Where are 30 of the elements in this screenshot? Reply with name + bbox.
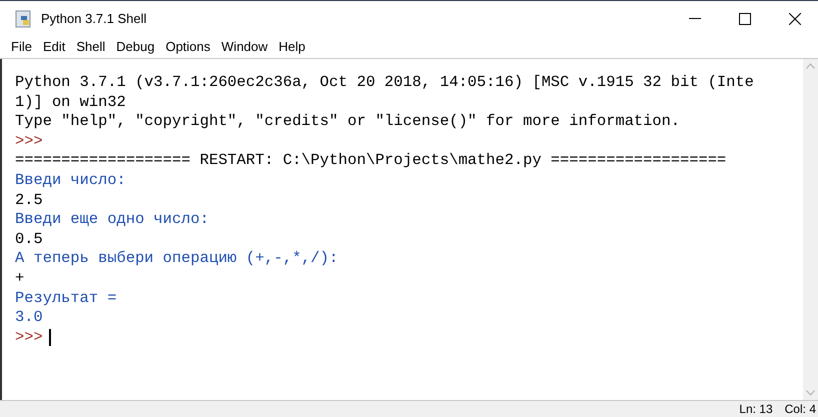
- shell-line: Введи еще одно число:: [15, 210, 209, 230]
- shell-line: 3.0: [15, 308, 43, 328]
- menu-item[interactable]: Options: [160, 37, 216, 57]
- shell-line: Введи число:: [15, 170, 126, 191]
- maximize-icon: [739, 12, 751, 24]
- menu-item[interactable]: Window: [216, 37, 273, 57]
- scroll-down-icon[interactable]: [806, 390, 815, 396]
- line-number-label: Ln: 13: [739, 401, 773, 417]
- scroll-up-icon[interactable]: [806, 63, 815, 69]
- shell-line: >>>: [15, 328, 43, 348]
- shell-line: 2.5: [15, 190, 43, 210]
- menu-item[interactable]: Edit: [38, 37, 70, 57]
- app-icon: [15, 10, 33, 28]
- shell-line: А теперь выбери операцию (+,-,*,/):: [15, 249, 338, 269]
- shell-line: Python 3.7.1 (v3.7.1:260ec2c36a, Oct 20 2018, 14:05:16) [MSC v.1915 32 bit (Inte: [15, 73, 754, 93]
- window-title: Python 3.7.1 Shell: [41, 10, 147, 28]
- menu-item[interactable]: Help: [274, 37, 310, 57]
- shell-line: =================== RESTART: C:\Python\Projects\mathe2.py ===================: [15, 151, 726, 171]
- menu-item[interactable]: Shell: [71, 37, 110, 57]
- shell-line: >>>: [15, 132, 43, 152]
- menu-item[interactable]: File: [6, 37, 37, 57]
- minimize-icon: [689, 18, 701, 20]
- shell-line: Type "help", "copyright", "credits" or "license()" for more information.: [15, 112, 680, 132]
- menu-item[interactable]: Debug: [111, 37, 160, 57]
- column-number-label: Col: 4: [784, 401, 816, 417]
- shell-line: Результат =: [15, 288, 117, 308]
- shell-line: +: [15, 268, 24, 289]
- close-icon: [789, 12, 801, 24]
- shell-line: 0.5: [15, 230, 43, 250]
- shell-line: 1)] on win32: [15, 92, 126, 112]
